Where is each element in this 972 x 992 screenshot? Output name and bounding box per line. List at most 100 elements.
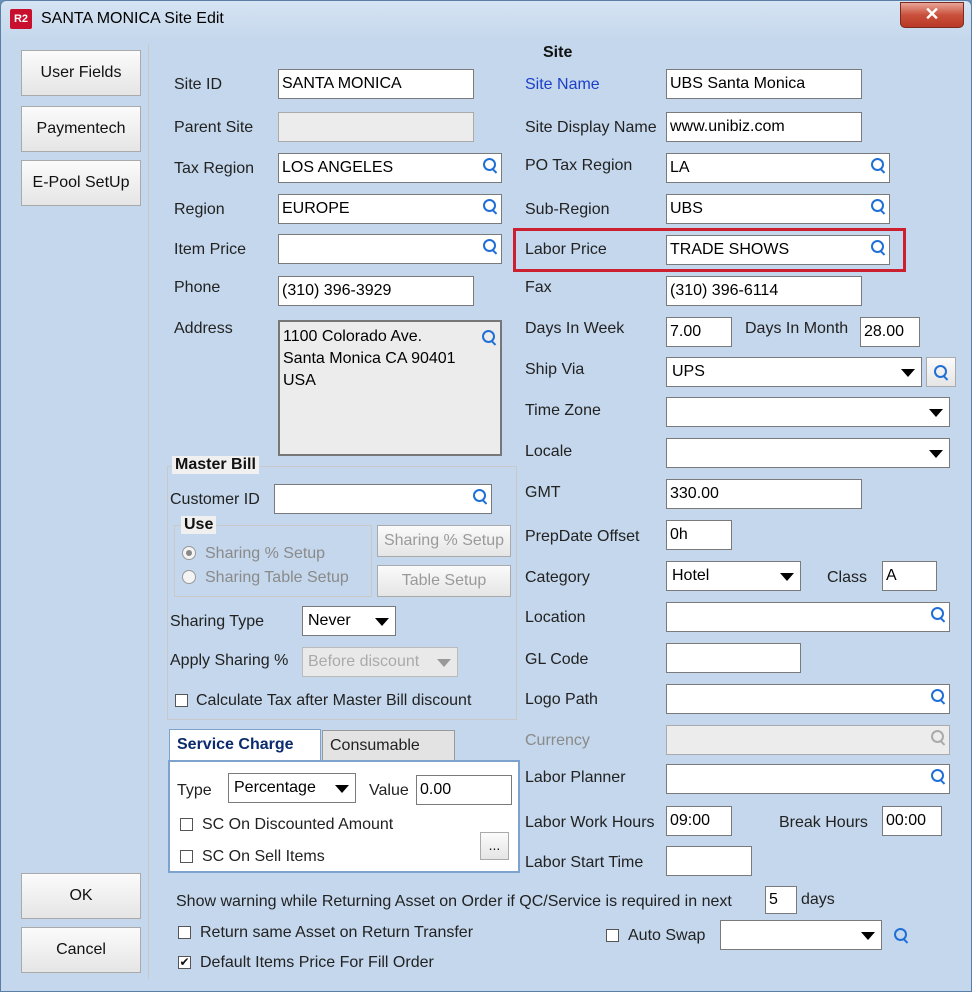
auto-swap-search-button[interactable] bbox=[886, 922, 916, 950]
chevron-down-icon bbox=[929, 450, 943, 458]
paymentech-button[interactable]: Paymentech bbox=[21, 106, 141, 152]
sharing-type-select[interactable]: Never bbox=[302, 606, 396, 636]
customer-id-label: Customer ID bbox=[170, 491, 260, 508]
prepdate-offset-input[interactable]: 0h bbox=[666, 520, 732, 550]
sub-region-input[interactable]: UBS bbox=[666, 194, 890, 224]
search-icon[interactable] bbox=[931, 730, 945, 744]
po-tax-region-input[interactable]: LA bbox=[666, 153, 890, 183]
region-input[interactable]: EUROPE bbox=[278, 194, 502, 224]
chevron-down-icon bbox=[901, 369, 915, 377]
sharing-pct-radio[interactable] bbox=[182, 546, 196, 560]
search-icon[interactable] bbox=[931, 607, 945, 621]
prepdate-offset-label: PrepDate Offset bbox=[525, 528, 640, 545]
search-icon[interactable] bbox=[483, 158, 497, 172]
search-icon[interactable] bbox=[871, 158, 885, 172]
po-tax-region-value: LA bbox=[670, 159, 690, 176]
return-same-asset-label: Return same Asset on Return Transfer bbox=[200, 924, 474, 941]
return-warning-days-input[interactable]: 5 bbox=[765, 886, 797, 914]
parent-site-input[interactable] bbox=[278, 112, 474, 142]
search-icon[interactable] bbox=[931, 769, 945, 783]
tax-region-input[interactable]: LOS ANGELES bbox=[278, 153, 502, 183]
time-zone-select[interactable] bbox=[666, 397, 950, 427]
sub-region-label: Sub-Region bbox=[525, 201, 610, 218]
currency-input[interactable] bbox=[666, 725, 950, 755]
default-items-price-checkbox[interactable]: ✔ bbox=[178, 956, 191, 969]
search-icon bbox=[934, 365, 948, 379]
search-icon[interactable] bbox=[482, 330, 496, 344]
ship-via-search-button[interactable] bbox=[926, 357, 956, 387]
return-warning-label: Show warning while Returning Asset on Or… bbox=[176, 893, 732, 910]
gmt-label: GMT bbox=[525, 484, 561, 501]
chevron-down-icon bbox=[335, 785, 349, 793]
tab-service-charge[interactable]: Service Charge bbox=[169, 729, 321, 761]
return-same-asset-checkbox[interactable] bbox=[178, 926, 191, 939]
labor-start-time-label: Labor Start Time bbox=[525, 854, 644, 871]
service-type-select[interactable]: Percentage bbox=[228, 773, 356, 803]
tab-consumable[interactable]: Consumable bbox=[322, 730, 455, 760]
site-name-input[interactable]: UBS Santa Monica bbox=[666, 69, 862, 99]
table-setup-button[interactable]: Table Setup bbox=[377, 565, 511, 597]
customer-id-input[interactable] bbox=[274, 484, 492, 514]
apply-sharing-value: Before discount bbox=[308, 653, 420, 670]
sc-discounted-checkbox[interactable] bbox=[180, 818, 193, 831]
labor-work-hours-input[interactable]: 09:00 bbox=[666, 806, 732, 836]
left-column-divider bbox=[148, 44, 149, 979]
days-in-week-input[interactable]: 7.00 bbox=[666, 317, 732, 347]
po-tax-region-label: PO Tax Region bbox=[525, 157, 633, 174]
search-icon[interactable] bbox=[871, 199, 885, 213]
apply-sharing-select[interactable]: Before discount bbox=[302, 647, 458, 677]
search-icon[interactable] bbox=[871, 240, 885, 254]
title-bar[interactable]: R2 SANTA MONICA Site Edit ✕ bbox=[1, 1, 971, 39]
window-title: SANTA MONICA Site Edit bbox=[41, 10, 224, 27]
close-button[interactable]: ✕ bbox=[900, 2, 964, 28]
auto-swap-checkbox[interactable] bbox=[606, 929, 619, 942]
item-price-input[interactable] bbox=[278, 234, 502, 264]
gmt-input[interactable]: 330.00 bbox=[666, 479, 862, 509]
user-fields-button[interactable]: User Fields bbox=[21, 50, 141, 96]
locale-select[interactable] bbox=[666, 438, 950, 468]
region-label: Region bbox=[174, 201, 225, 218]
labor-start-time-input[interactable] bbox=[666, 846, 752, 876]
auto-swap-select[interactable] bbox=[720, 920, 882, 950]
search-icon[interactable] bbox=[483, 199, 497, 213]
cancel-button[interactable]: Cancel bbox=[21, 927, 141, 973]
site-id-input[interactable]: SANTA MONICA bbox=[278, 69, 474, 99]
sc-sell-checkbox[interactable] bbox=[180, 850, 193, 863]
labor-planner-input[interactable] bbox=[666, 764, 950, 794]
location-input[interactable] bbox=[666, 602, 950, 632]
region-value: EUROPE bbox=[282, 200, 350, 217]
days-in-month-input[interactable]: 28.00 bbox=[860, 317, 920, 347]
calc-tax-checkbox[interactable] bbox=[175, 694, 188, 707]
phone-label: Phone bbox=[174, 279, 221, 296]
address-line-2: Santa Monica CA 90401 bbox=[283, 350, 456, 367]
search-icon[interactable] bbox=[931, 689, 945, 703]
sub-region-value: UBS bbox=[670, 200, 703, 217]
category-select[interactable]: Hotel bbox=[666, 561, 801, 591]
chevron-down-icon bbox=[437, 659, 451, 667]
service-value-input[interactable]: 0.00 bbox=[416, 775, 512, 805]
address-textarea[interactable]: 1100 Colorado Ave. Santa Monica CA 90401… bbox=[278, 320, 502, 456]
search-icon bbox=[894, 928, 908, 942]
sharing-table-radio[interactable] bbox=[182, 570, 196, 584]
section-title: Site bbox=[543, 44, 573, 61]
sharing-pct-setup-button[interactable]: Sharing % Setup bbox=[377, 525, 511, 557]
class-input[interactable]: A bbox=[882, 561, 937, 591]
gl-code-input[interactable] bbox=[666, 643, 801, 673]
tab-service-charge-label: Service Charge bbox=[177, 736, 294, 753]
labor-price-input[interactable]: TRADE SHOWS bbox=[666, 235, 890, 265]
search-icon[interactable] bbox=[483, 239, 497, 253]
service-more-button[interactable]: ... bbox=[480, 832, 509, 860]
break-hours-input[interactable]: 00:00 bbox=[882, 806, 942, 836]
phone-input[interactable]: (310) 396-3929 bbox=[278, 276, 474, 306]
sc-discounted-label: SC On Discounted Amount bbox=[202, 816, 394, 833]
ship-via-select[interactable]: UPS bbox=[666, 357, 922, 387]
epool-setup-button[interactable]: E-Pool SetUp bbox=[21, 160, 141, 206]
search-icon[interactable] bbox=[473, 489, 487, 503]
logo-path-input[interactable] bbox=[666, 684, 950, 714]
tab-consumable-label: Consumable bbox=[330, 737, 420, 754]
chevron-down-icon bbox=[861, 932, 875, 940]
site-display-name-input[interactable]: www.unibiz.com bbox=[666, 112, 862, 142]
service-value-label: Value bbox=[369, 782, 409, 799]
fax-input[interactable]: (310) 396-6114 bbox=[666, 276, 862, 306]
ok-button[interactable]: OK bbox=[21, 873, 141, 919]
